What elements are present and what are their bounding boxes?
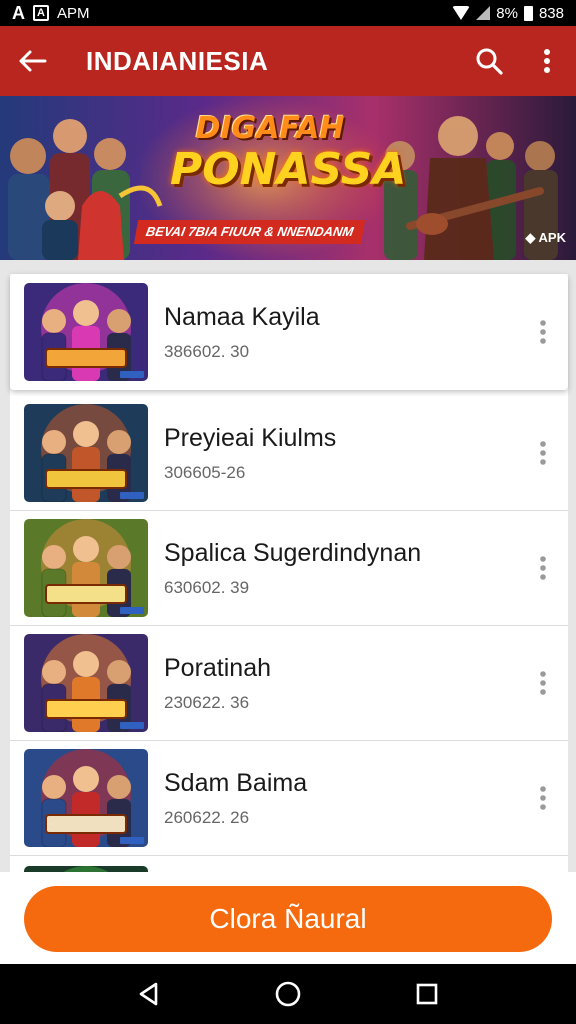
game-thumbnail xyxy=(24,519,148,617)
notification-box-icon: A xyxy=(33,5,49,21)
signal-icon xyxy=(476,6,491,20)
item-more-button[interactable] xyxy=(518,768,568,828)
apk-label: APK xyxy=(538,230,566,245)
banner-title: DIGAFAH PONASSA xyxy=(170,111,407,195)
game-text: Poratinah 230622. 36 xyxy=(164,654,518,713)
status-bar: A A APM 8% 838 xyxy=(0,0,576,26)
game-list-item[interactable]: Preyieai Kiulms 306605-26 xyxy=(10,396,568,511)
game-meta: 260622. 26 xyxy=(164,807,250,827)
battery-percent: 8% xyxy=(496,4,518,22)
nav-recents-button[interactable] xyxy=(397,964,457,1024)
wifi-icon xyxy=(452,6,471,20)
game-text: Spalica Sugerdindynan 630602. 39 xyxy=(164,539,518,598)
battery-icon xyxy=(523,5,533,21)
game-list: Namaa Kayila 386602. 30 Preyieai Kiulms 306… xyxy=(10,274,568,872)
game-title: Spalica Sugerdindynan xyxy=(164,538,422,567)
back-arrow-icon xyxy=(19,50,47,72)
game-title: Poratinah xyxy=(164,653,272,682)
banner-tagline: BEVAI 7BIA FIUUR & NNENDANM xyxy=(133,220,366,244)
back-button[interactable] xyxy=(0,26,64,96)
status-left: A A APM xyxy=(12,3,90,24)
banner-apk-badge: ◆ APK xyxy=(525,230,566,246)
banner-title-line2: PONASSA xyxy=(170,144,407,195)
game-thumbnail xyxy=(24,749,148,847)
game-list-item[interactable]: Sdam Baima 260622. 26 xyxy=(10,741,568,856)
app-actions xyxy=(460,26,576,96)
nav-back-button[interactable] xyxy=(119,964,179,1024)
screen: A A APM 8% 838 INDAIANIESIA DIGAFAH PONA… xyxy=(0,0,576,1024)
app-bar: INDAIANIESIA xyxy=(0,26,576,96)
apk-logo-icon: ◆ xyxy=(525,230,539,245)
status-time: 838 xyxy=(538,4,564,22)
game-meta: 230622. 36 xyxy=(164,692,250,712)
notification-label: APM xyxy=(57,4,90,22)
game-meta: 386602. 30 xyxy=(164,341,250,361)
item-more-button[interactable] xyxy=(518,653,568,713)
game-text: Preyieai Kiulms 306605-26 xyxy=(164,424,518,483)
banner-title-line1: DIGAFAH xyxy=(195,111,345,146)
game-meta: 630602. 39 xyxy=(164,577,250,597)
status-right: 8% 838 xyxy=(452,5,564,22)
nav-back-icon xyxy=(140,982,158,1006)
game-list-item[interactable]: Namaa Kayila 386602. 30 xyxy=(10,274,568,390)
nav-home-button[interactable] xyxy=(258,964,318,1024)
search-icon xyxy=(476,48,503,75)
game-list-item[interactable]: Pablal xyxy=(10,856,568,872)
nav-home-icon xyxy=(275,981,301,1007)
game-title: Sdam Baima xyxy=(164,768,308,797)
more-vert-icon xyxy=(540,556,546,580)
more-vert-icon xyxy=(540,786,546,810)
app-title: INDAIANIESIA xyxy=(86,45,269,76)
game-thumbnail xyxy=(24,404,148,502)
bottom-action-bar: Clora Ñaural xyxy=(0,872,576,964)
game-list-area[interactable]: Namaa Kayila 386602. 30 Preyieai Kiulms 306… xyxy=(0,260,576,872)
search-button[interactable] xyxy=(460,26,518,96)
system-nav-bar xyxy=(0,964,576,1024)
game-title: Namaa Kayila xyxy=(164,302,320,331)
notification-a-icon: A xyxy=(12,2,25,23)
overflow-menu-button[interactable] xyxy=(518,26,576,96)
more-vert-icon xyxy=(540,441,546,465)
game-meta: 306605-26 xyxy=(164,462,246,482)
game-thumbnail xyxy=(24,634,148,732)
game-title: Preyieai Kiulms xyxy=(164,423,337,452)
more-vert-icon xyxy=(540,671,546,695)
game-thumbnail xyxy=(24,283,148,381)
overflow-menu-icon xyxy=(544,49,550,73)
game-list-item[interactable]: Poratinah 230622. 36 xyxy=(10,626,568,741)
game-text: Sdam Baima 260622. 26 xyxy=(164,769,518,828)
game-text: Pablal xyxy=(164,856,568,872)
nav-recents-icon xyxy=(416,983,437,1005)
promo-banner[interactable]: DIGAFAH PONASSA BEVAI 7BIA FIUUR & NNEND… xyxy=(0,96,576,260)
game-list-item[interactable]: Spalica Sugerdindynan 630602. 39 xyxy=(10,511,568,626)
more-vert-icon xyxy=(540,320,546,344)
game-text: Namaa Kayila 386602. 30 xyxy=(164,303,518,362)
item-more-button[interactable] xyxy=(518,302,568,362)
item-more-button[interactable] xyxy=(518,538,568,598)
item-more-button[interactable] xyxy=(518,423,568,483)
primary-action-button[interactable]: Clora Ñaural xyxy=(24,886,552,952)
